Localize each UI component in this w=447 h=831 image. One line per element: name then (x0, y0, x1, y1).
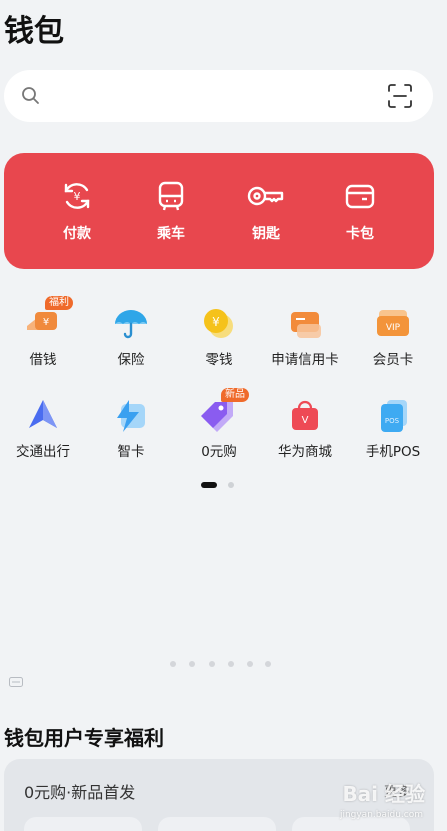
quick-action-label: 乘车 (157, 226, 185, 242)
pos-icon: POS (373, 396, 413, 436)
svg-text:V: V (302, 415, 309, 426)
service-label: 借钱 (29, 352, 57, 368)
page-dot (228, 482, 234, 488)
service-credit-card[interactable]: 申请信用卡 (260, 304, 350, 368)
quick-action-label: 付款 (63, 226, 91, 242)
svg-text:VIP: VIP (386, 323, 401, 333)
welfare-item[interactable] (24, 817, 142, 831)
loan-icon: ¥ 福利 (23, 296, 73, 344)
quick-action-key[interactable]: 钥匙 (226, 179, 306, 243)
page-title: 钱包 (4, 14, 64, 49)
quick-action-pay[interactable]: ¥ 付款 (37, 179, 117, 243)
banner-dot (209, 661, 215, 667)
quick-action-card-wallet[interactable]: 卡包 (320, 179, 400, 243)
watermark: Bai 经验 (342, 782, 425, 806)
service-label: 申请信用卡 (271, 352, 339, 368)
search-icon (20, 85, 42, 111)
service-label: 保险 (117, 352, 145, 368)
svg-text:POS: POS (385, 417, 400, 425)
service-label: 零钱 (205, 352, 233, 368)
service-label: 交通出行 (16, 444, 70, 460)
service-label: 手机POS (365, 444, 421, 460)
service-huawei-mall[interactable]: V 华为商城 (260, 396, 350, 460)
service-travel[interactable]: 交通出行 (0, 396, 88, 460)
card-icon (9, 672, 23, 691)
service-loan[interactable]: ¥ 福利 借钱 (0, 296, 88, 368)
service-label: 智卡 (117, 444, 145, 460)
credit-card-icon (285, 304, 325, 344)
banner-dot (265, 661, 271, 667)
tag-icon: 新品 (199, 388, 249, 436)
watermark-url: jingyan.baidu.com (339, 810, 423, 820)
quick-action-bus[interactable]: 乘车 (131, 179, 211, 243)
welfare-item[interactable] (158, 817, 276, 831)
service-vip-card[interactable]: VIP 会员卡 (348, 304, 438, 368)
vip-card-icon: VIP (373, 304, 413, 344)
page-dot-active (201, 482, 217, 488)
badge-welfare: 福利 (45, 296, 73, 310)
banner-dot (189, 661, 195, 667)
payment-icon: ¥ (64, 183, 90, 209)
coin-icon: ¥ (199, 304, 239, 344)
service-label: 会员卡 (372, 352, 414, 368)
section-title-welfare: 钱包用户专享福利 (4, 726, 164, 750)
banner-dot (228, 661, 234, 667)
search-bar[interactable] (4, 70, 433, 122)
shopping-bag-icon: V (285, 396, 325, 436)
welfare-card-title: 0元购·新品首发 (24, 783, 136, 802)
service-mobile-pos[interactable]: POS 手机POS (348, 396, 438, 460)
svg-text:¥: ¥ (43, 317, 49, 328)
service-insurance[interactable]: 保险 (86, 304, 176, 368)
service-label: 0元购 (201, 444, 237, 460)
service-change[interactable]: ¥ 零钱 (174, 304, 264, 368)
quick-action-label: 卡包 (346, 226, 374, 242)
quick-action-label: 钥匙 (252, 226, 280, 242)
umbrella-icon (111, 304, 151, 344)
smart-card-icon (111, 396, 151, 436)
bus-icon (158, 181, 184, 211)
card-wallet-icon (345, 184, 375, 209)
service-smart-card[interactable]: 智卡 (86, 396, 176, 460)
banner-dot (247, 661, 253, 667)
svg-text:¥: ¥ (212, 315, 220, 329)
quick-actions-card: ¥ 付款 乘车 钥匙 卡包 (4, 153, 434, 269)
travel-icon (23, 396, 63, 436)
key-icon (247, 186, 284, 206)
scan-icon[interactable] (387, 83, 413, 113)
service-zero-buy[interactable]: 新品 0元购 (174, 388, 264, 460)
badge-new: 新品 (221, 388, 249, 402)
banner-dot (170, 661, 176, 667)
svg-text:¥: ¥ (74, 190, 81, 203)
service-label: 华为商城 (278, 444, 332, 460)
